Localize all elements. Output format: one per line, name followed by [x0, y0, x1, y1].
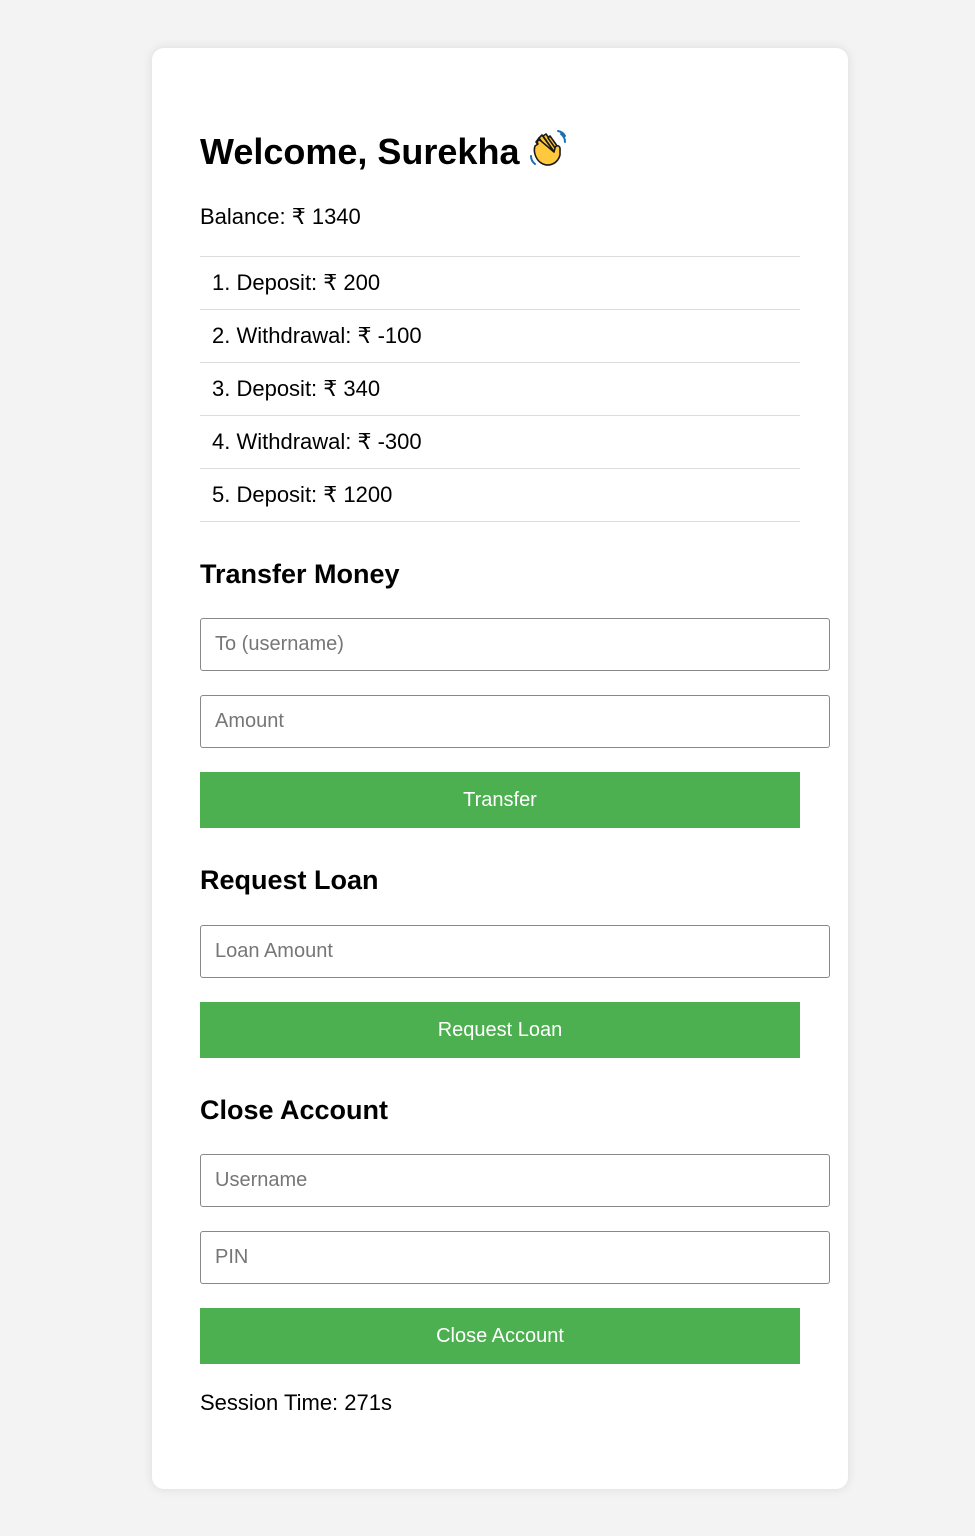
- transaction-item: 1. Deposit: ₹ 200: [200, 257, 800, 310]
- session-time: Session Time: 271s: [200, 1390, 392, 1415]
- transaction-list: 1. Deposit: ₹ 200 2. Withdrawal: ₹ -100 …: [200, 256, 800, 522]
- transaction-item: 3. Deposit: ₹ 340: [200, 363, 800, 416]
- transaction-item: 4. Withdrawal: ₹ -300: [200, 416, 800, 469]
- transfer-to-input[interactable]: [200, 618, 830, 671]
- close-pin-input[interactable]: [200, 1231, 830, 1284]
- loan-amount-input[interactable]: [200, 925, 830, 978]
- transfer-amount-input[interactable]: [200, 695, 830, 748]
- balance-text: Balance: ₹ 1340: [200, 204, 361, 229]
- close-account-heading: Close Account: [200, 1095, 389, 1125]
- request-loan-heading: Request Loan: [200, 865, 379, 895]
- close-username-input[interactable]: [200, 1154, 830, 1207]
- close-account-button[interactable]: Close Account: [200, 1308, 800, 1364]
- transaction-item: 2. Withdrawal: ₹ -100: [200, 310, 800, 363]
- welcome-heading: Welcome, Surekha: [200, 128, 569, 176]
- request-loan-button[interactable]: Request Loan: [200, 1002, 800, 1058]
- waving-hand-icon: [527, 128, 569, 170]
- transfer-money-heading: Transfer Money: [200, 559, 400, 589]
- welcome-text: Welcome, Surekha: [200, 131, 520, 172]
- account-card: Welcome, Surekha Balance: ₹ 1340 1. Depo…: [152, 48, 848, 1489]
- transfer-button[interactable]: Transfer: [200, 772, 800, 828]
- transaction-item: 5. Deposit: ₹ 1200: [200, 469, 800, 522]
